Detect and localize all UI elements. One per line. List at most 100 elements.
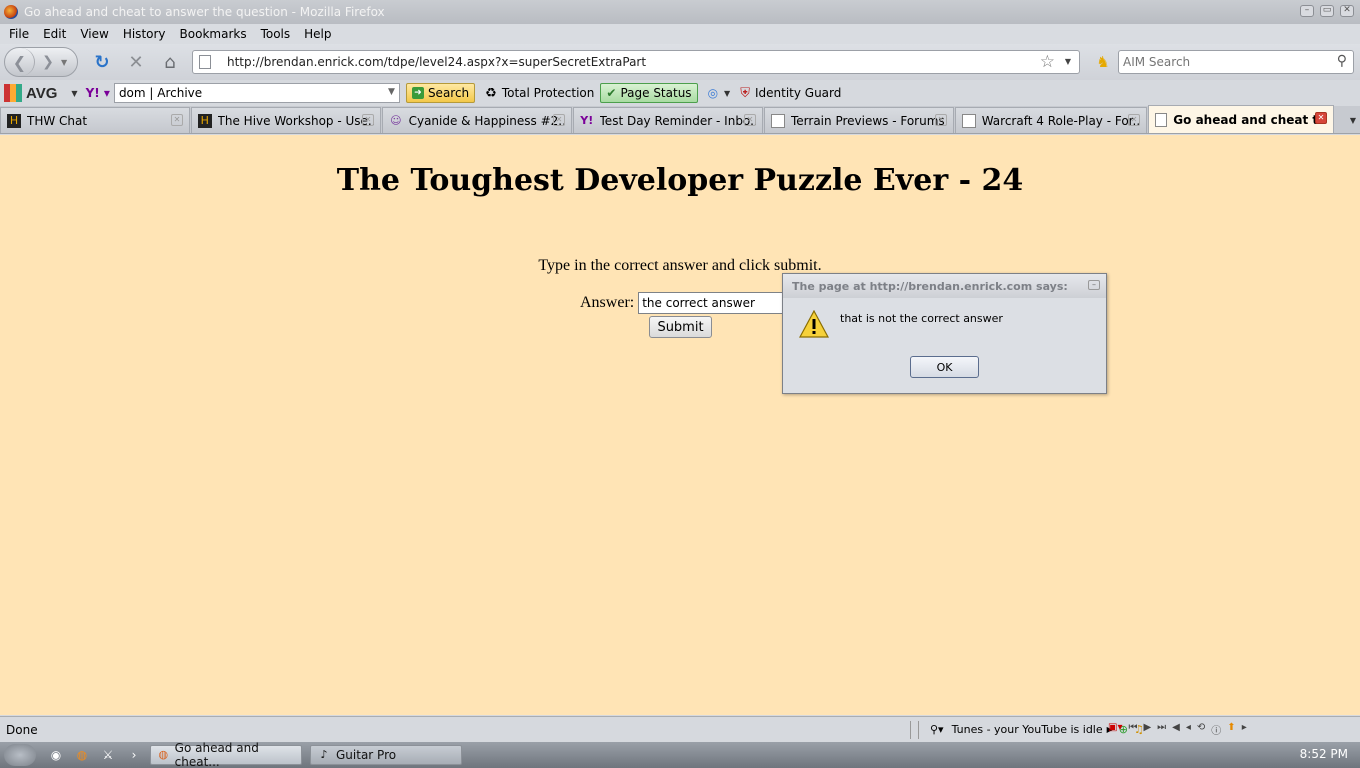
rewind-icon[interactable]: ◂ <box>1186 722 1191 737</box>
yahoo-icon: Y! <box>580 113 594 127</box>
quick-launch: ◉ ◍ ⚔ › <box>48 747 142 763</box>
tab-hive-workshop[interactable]: H The Hive Workshop - Use... ✕ <box>191 107 381 133</box>
avg-search-dropdown-icon[interactable]: ▼ <box>388 87 395 97</box>
tab-go-ahead-cheat[interactable]: Go ahead and cheat to a... ✕ <box>1148 105 1334 133</box>
tab-close-icon[interactable]: ✕ <box>1315 112 1327 124</box>
menu-tools[interactable]: Tools <box>254 27 298 41</box>
restore-button[interactable]: ▭ <box>1320 5 1334 17</box>
taskbar-firefox[interactable]: ◍ Go ahead and cheat... <box>150 741 302 768</box>
address-bar[interactable]: http://brendan.enrick.com/tdpe/level24.a… <box>192 50 1080 74</box>
youtube-icon[interactable]: ▣▾ <box>1108 722 1122 737</box>
tab-terrain-previews[interactable]: Terrain Previews - Forums ✕ <box>764 107 954 133</box>
arrow-right-icon: ➜ <box>411 87 424 99</box>
identity-guard-button[interactable]: ⛨ Identity Guard <box>740 86 841 101</box>
menu-view[interactable]: View <box>73 27 115 41</box>
submit-button[interactable]: Submit <box>649 316 712 338</box>
skip-back-icon[interactable]: ⏮ <box>1128 722 1137 737</box>
close-window-button[interactable]: ✕ <box>1340 5 1354 17</box>
menu-history[interactable]: History <box>116 27 173 41</box>
tab-close-icon[interactable]: ✕ <box>935 114 947 126</box>
tab-warcraft-roleplay[interactable]: Warcraft 4 Role-Play - For... ✕ <box>955 107 1147 133</box>
search-box[interactable]: ⚲ <box>1118 50 1354 74</box>
hive-icon: H <box>198 113 212 128</box>
avg-extra-icon[interactable]: ◎ <box>708 86 718 100</box>
history-dropdown-icon[interactable]: ▼ <box>61 58 67 67</box>
back-button[interactable]: ❮ <box>5 48 35 76</box>
menu-bookmarks[interactable]: Bookmarks <box>173 27 254 41</box>
search-input[interactable] <box>1123 55 1323 69</box>
recycle-icon: ♻ <box>485 85 497 101</box>
avg-search-box[interactable]: ▼ <box>113 83 400 103</box>
avg-search-button[interactable]: ➜ Search <box>405 83 476 103</box>
page-content: The Toughest Developer Puzzle Ever - 24 … <box>0 135 1360 715</box>
search-icon[interactable]: ⚲ <box>1337 53 1347 69</box>
status-text: Done <box>6 722 38 737</box>
menu-edit[interactable]: Edit <box>36 27 73 41</box>
quick-launch-more-icon[interactable]: › <box>126 747 142 763</box>
tab-label: Warcraft 4 Role-Play - For... <box>981 113 1140 128</box>
firefox-icon: ◍ <box>158 748 169 761</box>
alert-dialog: The page at http://brendan.enrick.com sa… <box>782 273 1107 394</box>
url-text[interactable]: http://brendan.enrick.com/tdpe/level24.a… <box>227 55 646 69</box>
avg-dropdown-icon[interactable]: ▼ <box>71 89 77 98</box>
avg-search-input[interactable] <box>118 86 379 100</box>
aim-search-engine-icon[interactable]: ♞ <box>1088 50 1118 74</box>
taskbar-guitar-pro[interactable]: ♪ Guitar Pro <box>310 745 462 765</box>
forward-button[interactable]: ❯ <box>35 48 61 76</box>
url-dropdown-icon[interactable]: ▼ <box>1065 57 1071 66</box>
minimize-button[interactable]: – <box>1300 5 1314 17</box>
avg-toolbar: AVG ▼ Y! ▾ ▼ ➜ Search ♻ Total Protection… <box>0 80 1360 106</box>
skip-forward-icon[interactable]: ⏭ <box>1157 722 1166 737</box>
avg-logo[interactable]: AVG <box>4 84 57 102</box>
window-titlebar: Go ahead and cheat to answer the questio… <box>0 0 1360 24</box>
tab-test-day-reminder[interactable]: Y! Test Day Reminder - Inbo... ✕ <box>573 107 763 133</box>
firefox-icon[interactable]: ◍ <box>74 747 90 763</box>
share-icon[interactable]: ⬆ <box>1227 722 1235 737</box>
tab-thw-chat[interactable]: H THW Chat ✕ <box>0 107 190 133</box>
play-button-icon[interactable]: ▶ <box>1143 722 1151 737</box>
tab-close-icon[interactable]: ✕ <box>171 114 183 126</box>
taskbar-item-label: Guitar Pro <box>336 748 397 762</box>
more-icon[interactable]: ▸ <box>1242 722 1247 737</box>
guitar-pro-icon: ♪ <box>320 748 328 761</box>
page-status-label: Page Status <box>620 86 692 100</box>
info-icon[interactable]: ⓘ <box>1211 722 1221 737</box>
avg-brand-label: AVG <box>26 84 58 102</box>
total-protection-button[interactable]: ♻ Total Protection <box>485 86 594 101</box>
tab-close-icon[interactable]: ✕ <box>744 114 756 126</box>
page-icon <box>771 113 785 128</box>
search-icon[interactable]: ⚲▾ <box>930 723 944 736</box>
dialog-title: The page at http://brendan.enrick.com sa… <box>783 274 1106 298</box>
stop-button[interactable]: ✕ <box>122 48 150 76</box>
start-button[interactable] <box>4 744 36 766</box>
prev-icon[interactable]: ◀ <box>1172 722 1180 737</box>
answer-input[interactable] <box>638 292 785 314</box>
tab-cyanide-happiness[interactable]: ☺ Cyanide & Happiness #2... ✕ <box>382 107 572 133</box>
tab-label: The Hive Workshop - Use... <box>217 113 374 128</box>
answer-row: Answer: <box>580 292 785 314</box>
dialog-minimize-button[interactable]: – <box>1088 280 1100 290</box>
shield-icon: ⛨ <box>740 85 750 101</box>
bookmark-star-icon[interactable]: ☆ <box>1040 52 1055 72</box>
warning-icon <box>799 310 829 338</box>
answer-label: Answer: <box>580 294 635 311</box>
home-button[interactable]: ⌂ <box>156 48 184 76</box>
game-icon[interactable]: ⚔ <box>100 747 116 763</box>
status-separator <box>918 721 919 739</box>
yahoo-icon[interactable]: Y! ▾ <box>86 86 110 100</box>
avg-extra-dropdown-icon[interactable]: ▼ <box>724 89 730 98</box>
reload-button[interactable]: ↻ <box>88 48 116 76</box>
dialog-message: that is not the correct answer <box>840 312 1003 325</box>
media-player-icon[interactable]: ◉ <box>48 747 64 763</box>
tab-close-icon[interactable]: ✕ <box>553 114 565 126</box>
repeat-icon[interactable]: ⟲ <box>1197 722 1205 737</box>
ok-button[interactable]: OK <box>910 356 979 378</box>
tab-close-icon[interactable]: ✕ <box>1128 114 1140 126</box>
menu-file[interactable]: File <box>2 27 36 41</box>
menu-help[interactable]: Help <box>297 27 338 41</box>
page-icon <box>962 113 976 128</box>
page-status-button[interactable]: ✔ Page Status <box>600 83 698 103</box>
system-clock: 8:52 PM <box>1299 747 1348 761</box>
tab-list-dropdown-icon[interactable]: ▼ <box>1350 116 1356 125</box>
tab-close-icon[interactable]: ✕ <box>362 114 374 126</box>
